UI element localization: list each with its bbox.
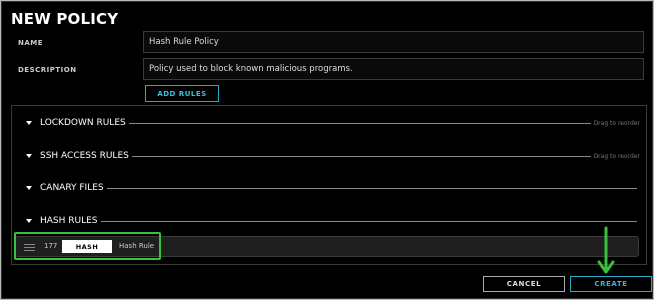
cancel-button[interactable]: CANCEL [483, 276, 565, 292]
section-lockdown-rules[interactable]: LOCKDOWN RULES Drag to reorder [16, 116, 640, 130]
drag-hint: Drag to reorder [593, 119, 640, 127]
caret-down-icon[interactable] [26, 121, 32, 125]
highlight-box [14, 232, 161, 260]
create-button[interactable]: CREATE [570, 276, 652, 292]
divider [100, 220, 637, 222]
name-field[interactable]: Hash Rule Policy [143, 31, 644, 53]
caret-down-icon[interactable] [26, 154, 32, 158]
section-label: CANARY FILES [40, 183, 104, 193]
divider [131, 155, 591, 157]
divider [106, 187, 637, 189]
description-label: DESCRIPTION [18, 66, 77, 74]
new-policy-dialog: NEW POLICY NAME Hash Rule Policy DESCRIP… [1, 1, 653, 299]
arrow-down-icon [597, 226, 615, 274]
caret-down-icon[interactable] [26, 186, 32, 190]
section-label: LOCKDOWN RULES [40, 118, 126, 128]
drag-hint: Drag to reorder [593, 152, 640, 160]
caret-down-icon[interactable] [26, 219, 32, 223]
description-field[interactable]: Policy used to block known malicious pro… [143, 58, 644, 80]
section-hash-rules[interactable]: HASH RULES [16, 214, 640, 228]
add-rules-button[interactable]: ADD RULES [145, 85, 219, 102]
section-label: SSH ACCESS RULES [40, 151, 129, 161]
section-ssh-access-rules[interactable]: SSH ACCESS RULES Drag to reorder [16, 149, 640, 163]
name-label: NAME [18, 39, 44, 47]
divider [128, 122, 591, 124]
dialog-title: NEW POLICY [11, 10, 119, 28]
section-canary-files[interactable]: CANARY FILES [16, 181, 640, 195]
section-label: HASH RULES [40, 216, 98, 226]
divider [11, 264, 647, 265]
